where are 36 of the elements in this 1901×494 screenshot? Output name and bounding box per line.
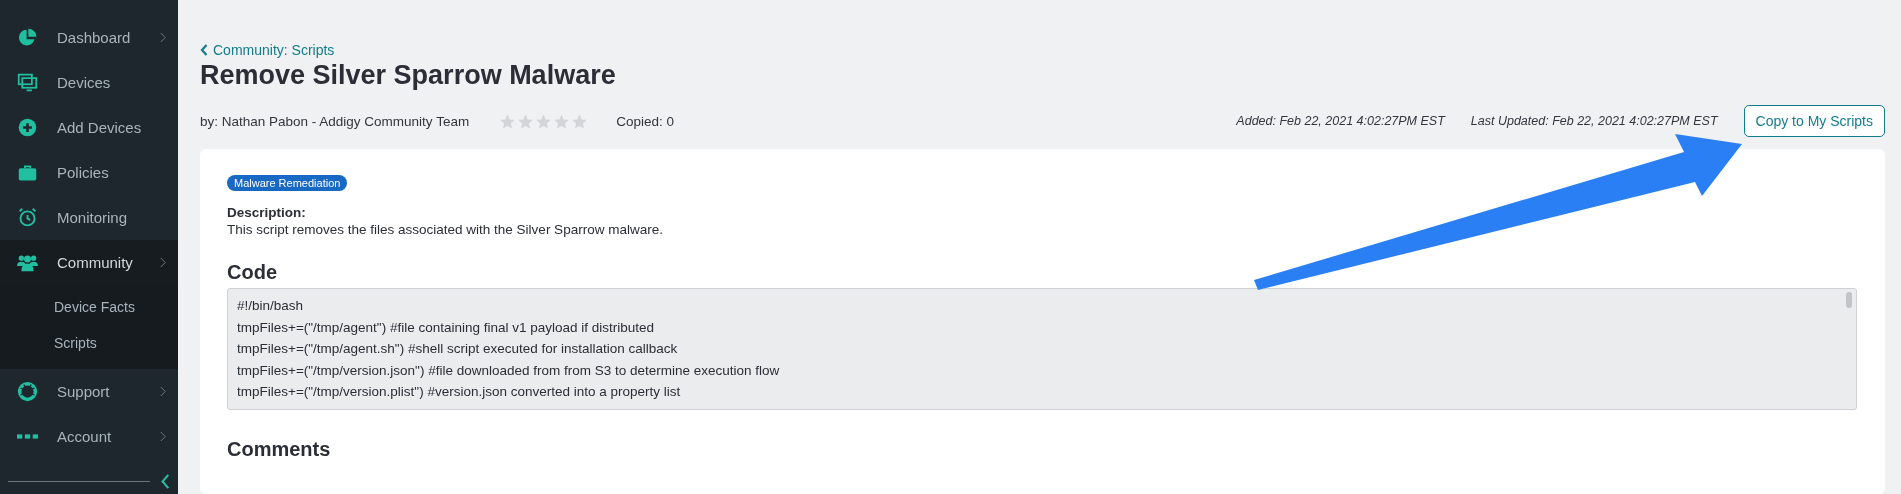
added-date: Added: Feb 22, 2021 4:02:27PM EST xyxy=(1236,114,1445,128)
sidebar-item[interactable]: Support xyxy=(0,369,178,414)
updated-date: Last Updated: Feb 22, 2021 4:02:27PM EST xyxy=(1470,114,1718,128)
star-rating[interactable] xyxy=(499,112,589,130)
copied-count: Copied: 0 xyxy=(616,113,674,129)
category-tag: Malware Remediation xyxy=(227,175,348,191)
monitor-icon xyxy=(17,72,38,93)
sidebar-item[interactable]: Policies xyxy=(0,150,178,195)
chevron-left-icon xyxy=(200,44,208,56)
sidebar-item[interactable]: Devices xyxy=(0,60,178,105)
plus-circle-icon xyxy=(17,117,38,138)
copy-button[interactable]: Copy to My Scripts xyxy=(1743,105,1885,137)
sidebar-item[interactable]: Monitoring xyxy=(0,195,178,240)
pie-chart-icon xyxy=(17,27,38,48)
page-title: Remove Silver Sparrow Malware xyxy=(200,60,617,91)
collapse-icon[interactable] xyxy=(160,473,170,490)
alarm-clock-icon xyxy=(17,207,38,228)
sidebar-item[interactable]: Dashboard xyxy=(0,15,178,60)
sidebar-item[interactable]: Community xyxy=(0,240,178,285)
life-ring-icon xyxy=(17,381,38,402)
description-text: This script removes the files associated with the Silver Sparrow malware. xyxy=(227,222,664,237)
chevron-right-icon xyxy=(160,32,166,43)
chevron-right-icon xyxy=(160,257,166,268)
code-field[interactable]: #!/bin/bash tmpFiles+=("/tmp/agent") #file containing final v1 payload if distributed tmpFiles+=("/tmp/agent.sh") #shell script executed for installation callback tmpFiles+=("/tmp/version.json") #file downloaded from from S3 to determine execution flow tmpFiles+=("/tmp/version.plist") #version.json converted into a property list xyxy=(227,288,1857,410)
section-heading: Comments xyxy=(227,437,332,461)
sidebar-item[interactable]: Account xyxy=(0,414,178,459)
sidebar-subitem[interactable]: Device Facts xyxy=(0,289,178,325)
chevron-right-icon xyxy=(160,431,166,442)
dots-icon xyxy=(17,434,38,439)
section-heading: Code xyxy=(227,261,278,284)
chevron-right-icon xyxy=(160,386,166,397)
sidebar-subitem[interactable]: Scripts xyxy=(0,325,178,361)
description-label: Description: xyxy=(227,205,307,220)
sidebar-item[interactable]: Add Devices xyxy=(0,105,178,150)
author-text: by: Nathan Pabon - Addigy Community Team xyxy=(200,113,470,129)
breadcrumb-link[interactable]: Community: Scripts xyxy=(200,42,335,58)
